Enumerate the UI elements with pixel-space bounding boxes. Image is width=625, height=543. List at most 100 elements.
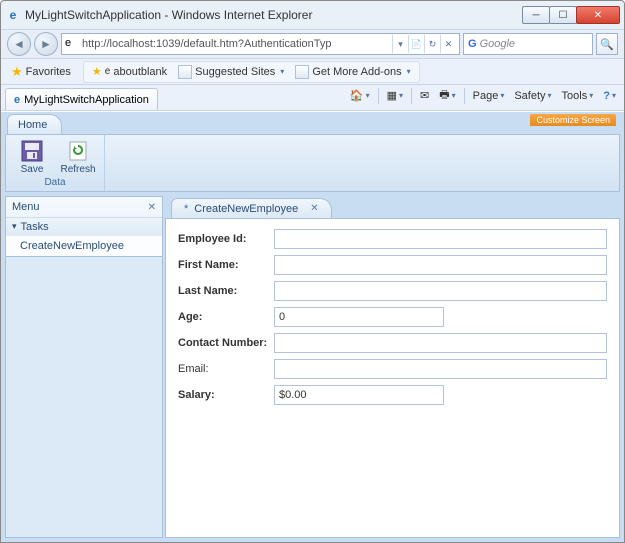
left-column: Menu ✕ ▾ Tasks CreateNewEmployee <box>5 196 163 538</box>
chevron-down-icon: ▾ <box>12 221 17 232</box>
label-age: Age: <box>178 311 274 323</box>
ie-small-icon: e <box>105 66 111 77</box>
input-contact[interactable] <box>274 333 607 353</box>
form-tab-label: CreateNewEmployee <box>194 203 298 215</box>
label-contact: Contact Number: <box>178 337 274 349</box>
left-filler <box>5 257 163 538</box>
close-button[interactable]: ✕ <box>576 6 620 24</box>
rss-icon: ▦ <box>387 89 397 102</box>
ie-logo-icon: e <box>5 7 21 23</box>
row-email: Email: <box>178 359 607 379</box>
url-input[interactable] <box>82 38 392 50</box>
input-last-name[interactable] <box>274 281 607 301</box>
input-employee-id[interactable] <box>274 229 607 249</box>
print-button[interactable]: 🖶▾ <box>435 84 459 107</box>
task-item-createnewemployee[interactable]: CreateNewEmployee <box>6 235 162 256</box>
save-icon <box>19 139 45 163</box>
form-tab-bar: * CreateNewEmployee ✕ <box>165 196 620 218</box>
home-tab[interactable]: Home <box>7 114 62 134</box>
forward-button[interactable]: ► <box>34 32 58 56</box>
app-tab-strip: Home Customize Screen <box>1 112 624 134</box>
menu-pane: Menu ✕ ▾ Tasks CreateNewEmployee <box>5 196 163 257</box>
label-first-name: First Name: <box>178 259 274 271</box>
dirty-indicator-icon: * <box>184 203 188 215</box>
ribbon: Save Refresh Data <box>5 134 620 192</box>
safety-menu[interactable]: Safety▾ <box>510 88 555 104</box>
row-age: Age: <box>178 307 607 327</box>
star-icon: ★ <box>92 65 102 78</box>
ie-window: e MyLightSwitchApplication - Windows Int… <box>0 0 625 543</box>
command-bar: 🏠▾ ▦▾ ✉ 🖶▾ Page▾ Safety▾ Tools▾ ?▾ <box>346 84 620 110</box>
page-menu[interactable]: Page▾ <box>469 88 509 104</box>
close-icon[interactable]: ✕ <box>310 203 318 214</box>
favorites-button[interactable]: ★ Favorites <box>7 62 75 82</box>
back-button[interactable]: ◄ <box>7 32 31 56</box>
url-dropdown-icon[interactable]: ▾ <box>392 35 408 53</box>
search-box[interactable]: G Google <box>463 33 593 55</box>
home-button[interactable]: 🏠▾ <box>346 87 374 104</box>
input-age[interactable] <box>274 307 444 327</box>
menu-header-label: Menu <box>12 201 40 213</box>
stop-icon[interactable]: ✕ <box>440 35 456 53</box>
label-last-name: Last Name: <box>178 285 274 297</box>
lightswitch-app: Home Customize Screen Save Re <box>1 111 624 542</box>
minimize-button[interactable]: ─ <box>522 6 550 24</box>
tools-menu[interactable]: Tools▾ <box>558 88 598 104</box>
help-button[interactable]: ?▾ <box>599 88 620 104</box>
star-icon: ★ <box>11 64 23 80</box>
input-first-name[interactable] <box>274 255 607 275</box>
save-button[interactable]: Save <box>12 139 52 175</box>
fav-addons[interactable]: Get More Add-ons ▾ <box>291 63 414 81</box>
compat-view-icon[interactable]: 📄 <box>408 35 424 53</box>
input-salary[interactable] <box>274 385 444 405</box>
feeds-button[interactable]: ▦▾ <box>383 87 407 104</box>
form-panel: Employee Id: First Name: Last Name: Age: <box>165 218 620 538</box>
row-first-name: First Name: <box>178 255 607 275</box>
ie-small-icon: e <box>14 94 20 106</box>
tasks-header[interactable]: ▾ Tasks <box>6 217 162 235</box>
ie-tab-strip: e MyLightSwitchApplication 🏠▾ ▦▾ ✉ 🖶▾ Pa… <box>1 85 624 111</box>
ribbon-group-label: Data <box>44 176 65 189</box>
refresh-icon[interactable]: ↻ <box>424 35 440 53</box>
menu-header: Menu ✕ <box>6 197 162 217</box>
favorites-bar: ★ Favorites ★ e aboutblank Suggested Sit… <box>1 59 624 85</box>
ribbon-group-data: Save Refresh Data <box>6 135 105 191</box>
nav-toolbar: ◄ ► e ▾ 📄 ↻ ✕ G Google 🔍 <box>1 29 624 59</box>
app-body: Menu ✕ ▾ Tasks CreateNewEmployee * Cr <box>5 196 620 538</box>
page-icon <box>295 65 309 79</box>
window-controls: ─ ☐ ✕ <box>523 6 620 24</box>
chevron-down-icon: ▾ <box>280 67 284 76</box>
mail-button[interactable]: ✉ <box>416 87 433 104</box>
customize-screen-button[interactable]: Customize Screen <box>530 114 616 126</box>
form-tab-createnewemployee[interactable]: * CreateNewEmployee ✕ <box>171 198 332 218</box>
google-icon: G <box>468 38 477 50</box>
print-icon: 🖶 <box>439 86 449 105</box>
label-salary: Salary: <box>178 389 274 401</box>
refresh-button[interactable]: Refresh <box>58 139 98 175</box>
favbar-group: ★ e aboutblank Suggested Sites ▾ Get Mor… <box>83 61 420 83</box>
mail-icon: ✉ <box>420 89 429 102</box>
window-title: MyLightSwitchApplication - Windows Inter… <box>25 8 523 22</box>
refresh-icon <box>65 139 91 163</box>
chevron-down-icon: ▾ <box>407 67 411 76</box>
search-placeholder: Google <box>480 38 515 50</box>
fav-suggested-sites[interactable]: Suggested Sites ▾ <box>174 63 288 81</box>
title-bar: e MyLightSwitchApplication - Windows Int… <box>1 1 624 29</box>
close-icon[interactable]: ✕ <box>148 202 156 213</box>
browser-tab-label: MyLightSwitchApplication <box>24 94 149 106</box>
help-icon: ? <box>603 90 610 102</box>
label-employee-id: Employee Id: <box>178 233 274 245</box>
browser-tab[interactable]: e MyLightSwitchApplication <box>5 88 158 110</box>
row-contact: Contact Number: <box>178 333 607 353</box>
fav-aboutblank[interactable]: ★ e aboutblank <box>88 63 171 80</box>
input-email[interactable] <box>274 359 607 379</box>
maximize-button[interactable]: ☐ <box>549 6 577 24</box>
address-bar[interactable]: e ▾ 📄 ↻ ✕ <box>61 33 460 55</box>
search-go-button[interactable]: 🔍 <box>596 33 618 55</box>
home-icon: 🏠 <box>350 89 364 102</box>
right-column: * CreateNewEmployee ✕ Employee Id: First… <box>165 196 620 538</box>
separator <box>464 88 465 104</box>
label-email: Email: <box>178 363 274 375</box>
separator <box>411 88 412 104</box>
page-icon: e <box>65 37 79 51</box>
